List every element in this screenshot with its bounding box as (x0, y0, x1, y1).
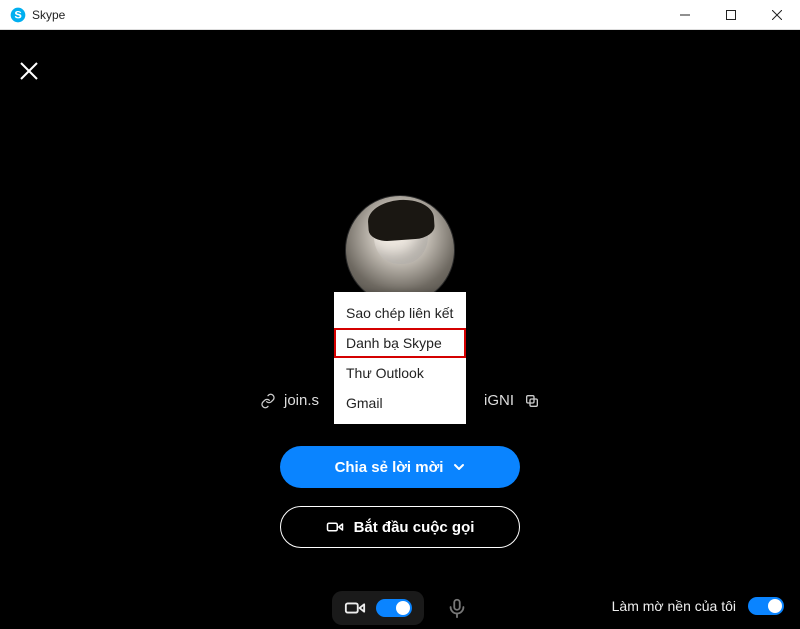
chevron-down-icon (453, 461, 465, 473)
share-invite-button[interactable]: Chia sẻ lời mời (280, 446, 520, 488)
close-overlay-button[interactable] (18, 60, 42, 84)
link-icon (260, 393, 276, 409)
app-body: join.s iGNI Sao chép liên kết Danh bạ Sk… (0, 30, 800, 629)
share-context-menu: Sao chép liên kết Danh bạ Skype Thư Outl… (334, 292, 466, 424)
bottom-center-controls (332, 591, 468, 625)
window-close-button[interactable] (754, 0, 800, 30)
blur-background-label: Làm mờ nền của tôi (612, 598, 736, 614)
window-maximize-button[interactable] (708, 0, 754, 30)
microphone-icon[interactable] (446, 597, 468, 619)
avatar (345, 195, 455, 305)
menu-item-skype-contacts[interactable]: Danh bạ Skype (334, 328, 466, 358)
invite-link-text-left: join.s (284, 392, 319, 409)
share-invite-label: Chia sẻ lời mời (335, 459, 444, 476)
bottom-controls-bar: Làm mờ nền của tôi (0, 567, 800, 629)
blur-background-toggle[interactable] (748, 597, 784, 615)
camera-toggle[interactable] (376, 599, 412, 617)
invite-link-text-right: iGNI (484, 392, 514, 409)
start-call-button[interactable]: Bắt đầu cuộc gọi (280, 506, 520, 548)
copy-icon[interactable] (524, 393, 540, 409)
blur-background-control: Làm mờ nền của tôi (612, 597, 784, 615)
window-minimize-button[interactable] (662, 0, 708, 30)
menu-item-outlook[interactable]: Thư Outlook (334, 358, 466, 388)
center-stack (0, 195, 800, 305)
menu-item-copy-link[interactable]: Sao chép liên kết (334, 298, 466, 328)
menu-item-gmail[interactable]: Gmail (334, 388, 466, 418)
video-camera-icon (326, 518, 344, 536)
start-call-label: Bắt đầu cuộc gọi (354, 519, 475, 536)
window-titlebar: Skype (0, 0, 800, 30)
camera-toggle-group (332, 591, 424, 625)
window-controls (662, 0, 800, 30)
skype-app-icon (10, 7, 26, 23)
camera-icon (344, 597, 366, 619)
window-title: Skype (32, 8, 65, 22)
